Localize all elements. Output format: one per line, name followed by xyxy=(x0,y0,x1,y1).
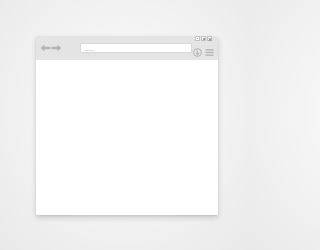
page-content-area xyxy=(36,60,218,215)
menu-button[interactable] xyxy=(205,44,214,56)
address-text: ___ xyxy=(84,45,95,51)
hamburger-menu-icon xyxy=(205,49,214,56)
browser-toolbar: ___ xyxy=(36,36,218,60)
maximize-icon[interactable] xyxy=(201,36,206,41)
arrow-right-icon xyxy=(51,44,62,52)
minimize-icon[interactable] xyxy=(195,36,200,41)
window-controls xyxy=(195,36,212,41)
address-bar[interactable]: ___ xyxy=(80,43,192,53)
browser-window: ___ xyxy=(36,36,218,215)
arrow-left-icon xyxy=(40,44,51,52)
forward-button[interactable] xyxy=(51,44,62,52)
close-icon[interactable] xyxy=(207,36,212,41)
back-button[interactable] xyxy=(40,44,51,52)
circle-arrow-icon xyxy=(193,48,202,57)
circle-action-button[interactable] xyxy=(193,44,202,57)
